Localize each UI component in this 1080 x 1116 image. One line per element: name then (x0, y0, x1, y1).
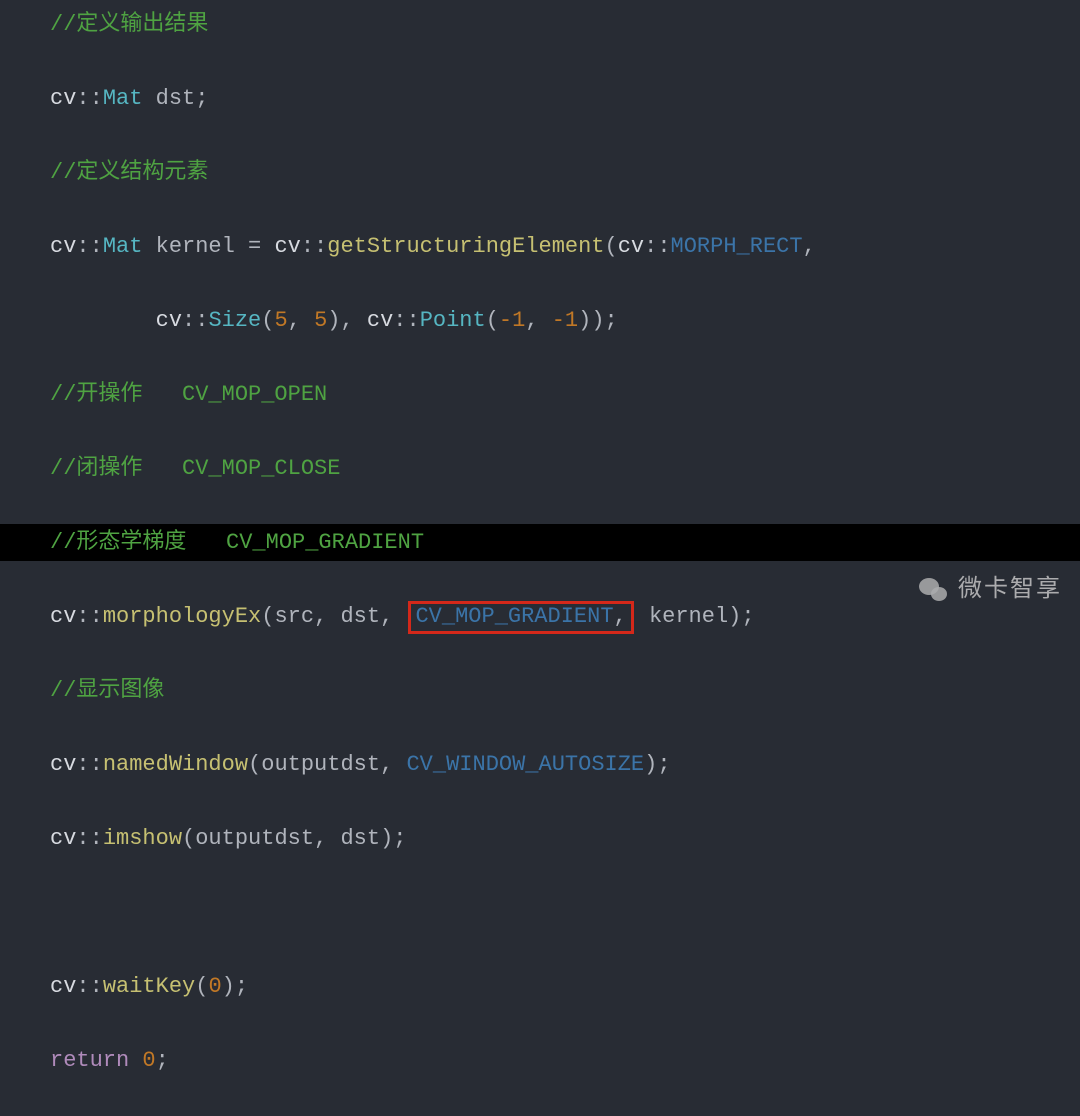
code-block: //定义输出结果 cv::Mat dst; //定义结构元素 cv::Mat k… (0, 0, 1080, 1116)
namespace: cv (50, 234, 76, 259)
comment: //定义输出结果 (50, 12, 208, 37)
comment: //定义结构元素 (50, 160, 208, 185)
identifier: dst (156, 86, 196, 111)
function-call: namedWindow (103, 752, 248, 777)
watermark: 微卡智享 (918, 570, 1062, 607)
namespace: cv (50, 752, 76, 777)
number: 5 (314, 308, 327, 333)
type: Size (208, 308, 261, 333)
type: Mat (103, 234, 143, 259)
namespace: cv (367, 308, 393, 333)
type: Point (420, 308, 486, 333)
wechat-icon (918, 576, 948, 602)
function-call: imshow (103, 826, 182, 851)
number: -1 (552, 308, 578, 333)
identifier: dst (340, 826, 380, 851)
function-call: morphologyEx (103, 604, 261, 629)
identifier: outputdst (195, 826, 314, 851)
identifier: outputdst (261, 752, 380, 777)
function-call: waitKey (103, 974, 195, 999)
watermark-text: 微卡智享 (958, 570, 1062, 607)
identifier: src (274, 604, 314, 629)
function-call: getStructuringElement (327, 234, 604, 259)
comment: //闭操作 CV_MOP_CLOSE (50, 456, 340, 481)
namespace: cv (50, 974, 76, 999)
punct: , (614, 604, 627, 629)
comment: //显示图像 (50, 678, 164, 703)
constant: CV_WINDOW_AUTOSIZE (406, 752, 644, 777)
identifier: dst (340, 604, 380, 629)
identifier: kernel (649, 604, 728, 629)
constant: MORPH_RECT (671, 234, 803, 259)
number: -1 (499, 308, 525, 333)
identifier: kernel (156, 234, 235, 259)
type: Mat (103, 86, 143, 111)
constant: CV_MOP_GRADIENT (415, 604, 613, 629)
namespace: cv (618, 234, 644, 259)
keyword: return (50, 1048, 129, 1073)
namespace: cv (50, 86, 76, 111)
number: 0 (142, 1048, 155, 1073)
namespace: cv (50, 604, 76, 629)
namespace: cv (274, 234, 300, 259)
number: 5 (274, 308, 287, 333)
number: 0 (208, 974, 221, 999)
highlighted-box: CV_MOP_GRADIENT, (408, 601, 633, 634)
comment: //形态学梯度 CV_MOP_GRADIENT (50, 530, 424, 555)
namespace: cv (156, 308, 182, 333)
comment: //开操作 CV_MOP_OPEN (50, 382, 327, 407)
namespace: cv (50, 826, 76, 851)
